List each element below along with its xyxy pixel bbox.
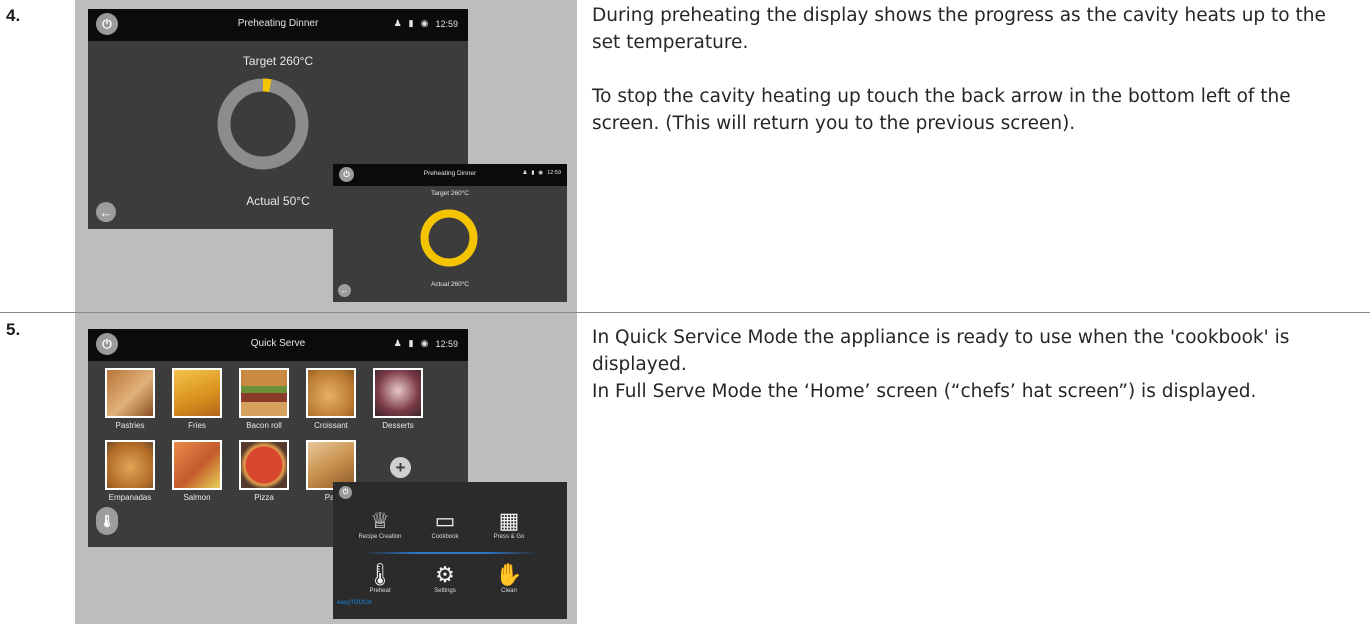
chef-icon: ♟ <box>393 18 402 28</box>
menu-cookbook[interactable]: ▭ Cookbook <box>415 508 475 540</box>
step-5-paragraph-2: In Full Serve Mode the ‘Home’ screen (“c… <box>592 381 1257 402</box>
qs-wifi-icon: ◉ <box>420 338 429 348</box>
grid-icon: ▦ <box>498 508 520 533</box>
inset-clock-time: 12:59 <box>547 170 561 176</box>
menu-recipe-creation[interactable]: ♕ Recipe Creation <box>350 508 410 540</box>
qs-status-icons: ♟ ▮ ◉ 12:59 <box>394 338 458 349</box>
gear-icon: ⚙ <box>435 562 455 587</box>
step-4-paragraph-2: To stop the cavity heating up touch the … <box>592 86 1291 134</box>
home-screen-inset: ⏻ ♕ Recipe Creation ▭ Cookbook ▦ Press &… <box>333 482 567 619</box>
croissant-image <box>306 368 356 418</box>
qs-chef-icon: ♟ <box>393 338 402 348</box>
fries-image <box>172 368 222 418</box>
menu-press-and-go[interactable]: ▦ Press & Go <box>479 508 539 540</box>
progress-ring-track <box>217 78 309 170</box>
inset-lock-icon: ▮ <box>531 170 535 176</box>
inset-wifi-icon: ◉ <box>538 170 544 176</box>
inset-progress-ring <box>420 209 478 267</box>
recipe-tile-salmon[interactable]: Salmon <box>167 440 227 502</box>
recipe-tile-empanadas[interactable]: Empanadas <box>100 440 160 502</box>
tile-label: Croissant <box>314 421 348 430</box>
pizza-image <box>239 440 289 490</box>
menu-label: Cookbook <box>431 534 459 540</box>
step-5-paragraph-1: In Quick Service Mode the appliance is r… <box>592 327 1290 375</box>
recipe-tile-pastries[interactable]: Pastries <box>100 368 160 430</box>
menu-label: Clean <box>501 588 517 594</box>
tile-label: Desserts <box>382 421 414 430</box>
qs-status-bar: ⏻ Quick Serve ♟ ▮ ◉ 12:59 <box>88 329 468 361</box>
recipe-tile-croissant[interactable]: Croissant <box>301 368 361 430</box>
bacon-roll-image <box>239 368 289 418</box>
menu-clean[interactable]: ✋ Clean <box>479 562 539 594</box>
tile-label: Bacon roll <box>246 421 282 430</box>
inset-progress-ring-fill <box>420 209 478 267</box>
menu-label: Preheat <box>369 588 391 594</box>
inset-back-arrow-icon[interactable]: ← <box>338 284 351 297</box>
recipe-tile-desserts[interactable]: Desserts <box>368 368 428 430</box>
target-temperature: Target 260°C <box>242 54 314 68</box>
recipe-tile-fries[interactable]: Fries <box>167 368 227 430</box>
clock-time: 12:59 <box>435 18 458 29</box>
home-power-icon[interactable]: ⏻ <box>339 486 352 499</box>
wifi-icon: ◉ <box>420 18 429 28</box>
recipe-tile-pizza[interactable]: Pizza <box>234 440 294 502</box>
brand-logo: easyTOUCH <box>337 600 372 606</box>
preheating-complete-screen: ⏻ Preheating Dinner ♟ ▮ ◉ 12:59 Target 2… <box>333 164 567 302</box>
step-5-number: 5. <box>6 320 21 339</box>
recipe-tile-bacon-roll[interactable]: Bacon roll <box>234 368 294 430</box>
salmon-image <box>172 440 222 490</box>
tile-label: Pastries <box>115 421 145 430</box>
screen-status-bar: ⏻ Preheating Dinner ♟ ▮ ◉ 12:59 <box>88 9 468 41</box>
menu-settings[interactable]: ⚙ Settings <box>415 562 475 594</box>
clean-hand-icon: ✋ <box>495 562 523 587</box>
tile-label: Empanadas <box>108 493 152 502</box>
inset-actual-temperature: Actual 260°C <box>430 281 469 288</box>
qs-lock-icon: ▮ <box>408 338 414 348</box>
tile-label: Pizza <box>254 493 274 502</box>
menu-preheat[interactable]: 🌡 Preheat <box>350 562 410 594</box>
lock-icon: ▮ <box>408 18 414 28</box>
progress-ring <box>217 78 309 170</box>
qs-clock-time: 12:59 <box>435 338 458 349</box>
inset-status-bar: ⏻ Preheating Dinner ♟ ▮ ◉ 12:59 <box>333 164 567 186</box>
step-4-number: 4. <box>6 6 21 25</box>
inset-status-icons: ♟ ▮ ◉ 12:59 <box>522 170 561 176</box>
step-4-paragraph-1: During preheating the display shows the … <box>592 5 1326 53</box>
desserts-image <box>373 368 423 418</box>
thermometer-icon: 🌡 <box>366 562 394 587</box>
menu-label: Recipe Creation <box>358 534 402 540</box>
pastries-image <box>105 368 155 418</box>
tile-label: Fries <box>188 421 206 430</box>
empanadas-image <box>105 440 155 490</box>
menu-label: Settings <box>434 588 456 594</box>
menu-divider <box>363 552 538 554</box>
inset-target-temperature: Target 260°C <box>430 190 469 197</box>
status-icons: ♟ ▮ ◉ 12:59 <box>394 18 458 29</box>
add-recipe-icon[interactable]: + <box>390 457 411 478</box>
menu-label: Press & Go <box>493 534 525 540</box>
thermometer-icon[interactable]: 🌡 <box>96 507 118 535</box>
back-arrow-icon[interactable]: ← <box>96 202 116 222</box>
chef-hat-icon: ♕ <box>370 508 390 533</box>
tile-label: Salmon <box>183 493 211 502</box>
book-icon: ▭ <box>434 508 456 533</box>
inset-chef-icon: ♟ <box>522 170 528 176</box>
